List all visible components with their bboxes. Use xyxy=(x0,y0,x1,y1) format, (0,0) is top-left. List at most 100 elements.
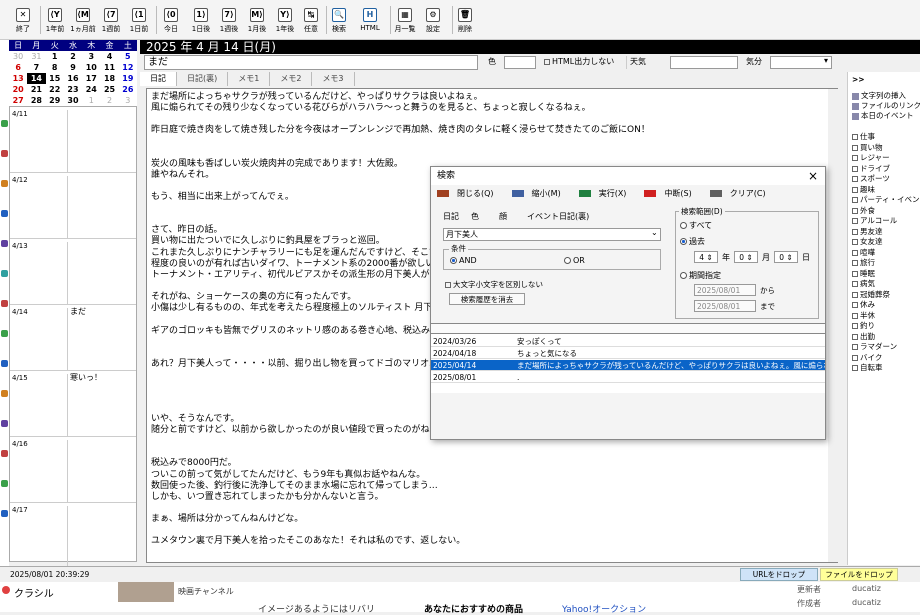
calendar-day[interactable]: 14 xyxy=(27,73,46,84)
range-period-radio[interactable]: 期間指定 xyxy=(680,270,721,281)
background-site-label[interactable]: クラシル xyxy=(14,585,54,600)
dialog-toolbar-button[interactable]: 縮小(M) xyxy=(506,186,573,202)
range-past-radio[interactable]: 過去 xyxy=(680,236,705,247)
tab-1[interactable]: 日記(裏) xyxy=(177,72,229,86)
app-icon[interactable] xyxy=(1,150,8,157)
range-all-radio[interactable]: すべて xyxy=(680,220,712,231)
html-button[interactable]: H HTML xyxy=(352,2,388,38)
calendar-day[interactable]: 6 xyxy=(9,62,27,73)
result-row[interactable]: 2024/03/26 安っぽくって xyxy=(431,336,825,347)
calendar-day[interactable]: 26 xyxy=(119,84,137,95)
year-back-button[interactable]: ⟨Y 1年前 xyxy=(42,2,68,38)
calendar-day[interactable]: 8 xyxy=(46,62,64,73)
category-checkbox[interactable]: アルコール xyxy=(852,215,897,226)
category-checkbox[interactable]: 男友達 xyxy=(852,226,883,237)
result-row[interactable]: 2025/04/14 まだ場所によっちゃサクラが残っているんだけど、やっぱりサクラ… xyxy=(431,360,825,371)
week-day-cell[interactable]: 4/15 寒いっ！ xyxy=(10,371,136,437)
calendar-day[interactable]: 10 xyxy=(82,62,100,73)
settings-button[interactable]: ⚙ 設定 xyxy=(420,2,446,38)
calendar-day[interactable]: 28 xyxy=(27,95,45,106)
close-button[interactable]: ✕ 終了 xyxy=(10,2,36,38)
mood-select[interactable]: ▾ xyxy=(770,56,832,69)
past-month-spinner[interactable]: 0 ⇕ xyxy=(734,251,758,263)
result-row[interactable]: 2025/08/01. xyxy=(431,372,825,383)
app-icon[interactable] xyxy=(1,240,8,247)
category-checkbox[interactable]: バイク xyxy=(852,352,882,363)
calendar-day[interactable]: 21 xyxy=(27,84,45,95)
search-tab-1[interactable]: 色 xyxy=(471,211,479,222)
calendar-day[interactable]: 9 xyxy=(64,62,82,73)
category-checkbox[interactable]: 趣味 xyxy=(852,184,875,195)
panel-link[interactable]: 本日のイベント xyxy=(852,110,914,121)
app-icon[interactable] xyxy=(1,450,8,457)
html-output-checkbox[interactable]: HTML出力しない xyxy=(544,54,614,70)
past-day-spinner[interactable]: 0 ⇕ xyxy=(774,251,798,263)
tab-3[interactable]: メモ2 xyxy=(270,72,313,86)
category-checkbox[interactable]: ドライブ xyxy=(852,163,890,174)
dialog-toolbar-button[interactable]: 中断(S) xyxy=(638,186,703,202)
month-forward-button[interactable]: M⟩ 1月後 xyxy=(244,2,270,38)
past-year-spinner[interactable]: 4 ⇕ xyxy=(694,251,718,263)
search-tab-4[interactable]: 日記(裏) xyxy=(559,211,589,222)
color-picker[interactable] xyxy=(504,56,536,69)
calendar-day[interactable]: 13 xyxy=(9,73,27,84)
auction-link[interactable]: Yahoo!オークション xyxy=(562,602,646,615)
chevron-down-icon[interactable]: ⌄ xyxy=(651,228,658,237)
channel-label[interactable]: 映画チャンネル xyxy=(178,586,234,597)
category-checkbox[interactable]: 旅行 xyxy=(852,257,875,268)
calendar-day[interactable]: 17 xyxy=(82,73,100,84)
category-checkbox[interactable]: スポーツ xyxy=(852,173,890,184)
clear-history-button[interactable]: 検索履歴を消去 xyxy=(449,293,525,305)
editor-scrollbar[interactable] xyxy=(828,89,838,562)
delete-button[interactable]: 🗑 削除 xyxy=(452,2,478,38)
week-day-cell[interactable]: 4/11 xyxy=(10,107,136,173)
dialog-toolbar-button[interactable]: 実行(X) xyxy=(573,186,639,202)
calendar-day[interactable]: 31 xyxy=(27,51,45,62)
calendar-day[interactable]: 1 xyxy=(46,51,64,62)
app-icon[interactable] xyxy=(1,510,8,517)
dialog-toolbar-button[interactable]: 閉じる(Q) xyxy=(431,186,506,202)
weather-select[interactable] xyxy=(670,56,738,69)
today-button[interactable]: ⟨0 今日 xyxy=(158,2,184,38)
calendar-day[interactable]: 3 xyxy=(119,95,137,106)
calendar-day[interactable]: 30 xyxy=(64,95,82,106)
file-drop-zone[interactable]: ファイルをドロップ xyxy=(820,568,898,581)
category-checkbox[interactable]: パーティ・イベント xyxy=(852,194,920,205)
category-checkbox[interactable]: 買い物 xyxy=(852,142,883,153)
dialog-toolbar-button[interactable]: クリア(C) xyxy=(704,186,778,202)
search-tab-0[interactable]: 日記 xyxy=(443,211,459,222)
background-snippet[interactable]: イメージあるようにはリバリ xyxy=(258,602,375,615)
app-icon[interactable] xyxy=(1,360,8,367)
calendar-day[interactable]: 25 xyxy=(100,84,118,95)
calendar-day[interactable]: 4 xyxy=(100,51,118,62)
calendar-day[interactable]: 23 xyxy=(64,84,82,95)
calendar-day[interactable]: 16 xyxy=(64,73,82,84)
app-icon[interactable] xyxy=(1,390,8,397)
week-day-cell[interactable]: 4/16 xyxy=(10,437,136,503)
case-insensitive-checkbox[interactable]: 大文字小文字を区別しない xyxy=(445,279,543,290)
app-icon[interactable] xyxy=(1,480,8,487)
thumbnail-image[interactable] xyxy=(118,582,174,602)
calendar-day[interactable]: 2 xyxy=(64,51,82,62)
week-day-cell[interactable]: 4/17 xyxy=(10,503,136,569)
app-icon[interactable] xyxy=(1,120,8,127)
panel-expand-toggle[interactable]: >> xyxy=(852,75,865,84)
month-back-button[interactable]: ⟨M 1ヵ月前 xyxy=(70,2,96,38)
calendar-day[interactable]: 7 xyxy=(27,62,45,73)
week-day-cell[interactable]: 4/14 まだ xyxy=(10,305,136,371)
week-day-cell[interactable]: 4/13 xyxy=(10,239,136,305)
category-checkbox[interactable]: 休み xyxy=(852,299,875,310)
category-checkbox[interactable]: 冠婚葬祭 xyxy=(852,289,890,300)
result-row[interactable]: 2024/04/18 ちょっと気になる xyxy=(431,348,825,359)
url-drop-zone[interactable]: URLをドロップ xyxy=(740,568,818,581)
calendar-day[interactable]: 5 xyxy=(119,51,137,62)
calendar-day[interactable]: 1 xyxy=(82,95,100,106)
app-icon[interactable] xyxy=(1,180,8,187)
calendar-day[interactable]: 22 xyxy=(46,84,64,95)
or-radio[interactable]: OR xyxy=(564,256,585,265)
week-day-cell[interactable]: 4/12 xyxy=(10,173,136,239)
app-icon[interactable] xyxy=(1,420,8,427)
calendar-day[interactable]: 20 xyxy=(9,84,27,95)
calendar-day[interactable]: 29 xyxy=(46,95,64,106)
period-from-date[interactable]: 2025/08/01 xyxy=(694,284,756,296)
